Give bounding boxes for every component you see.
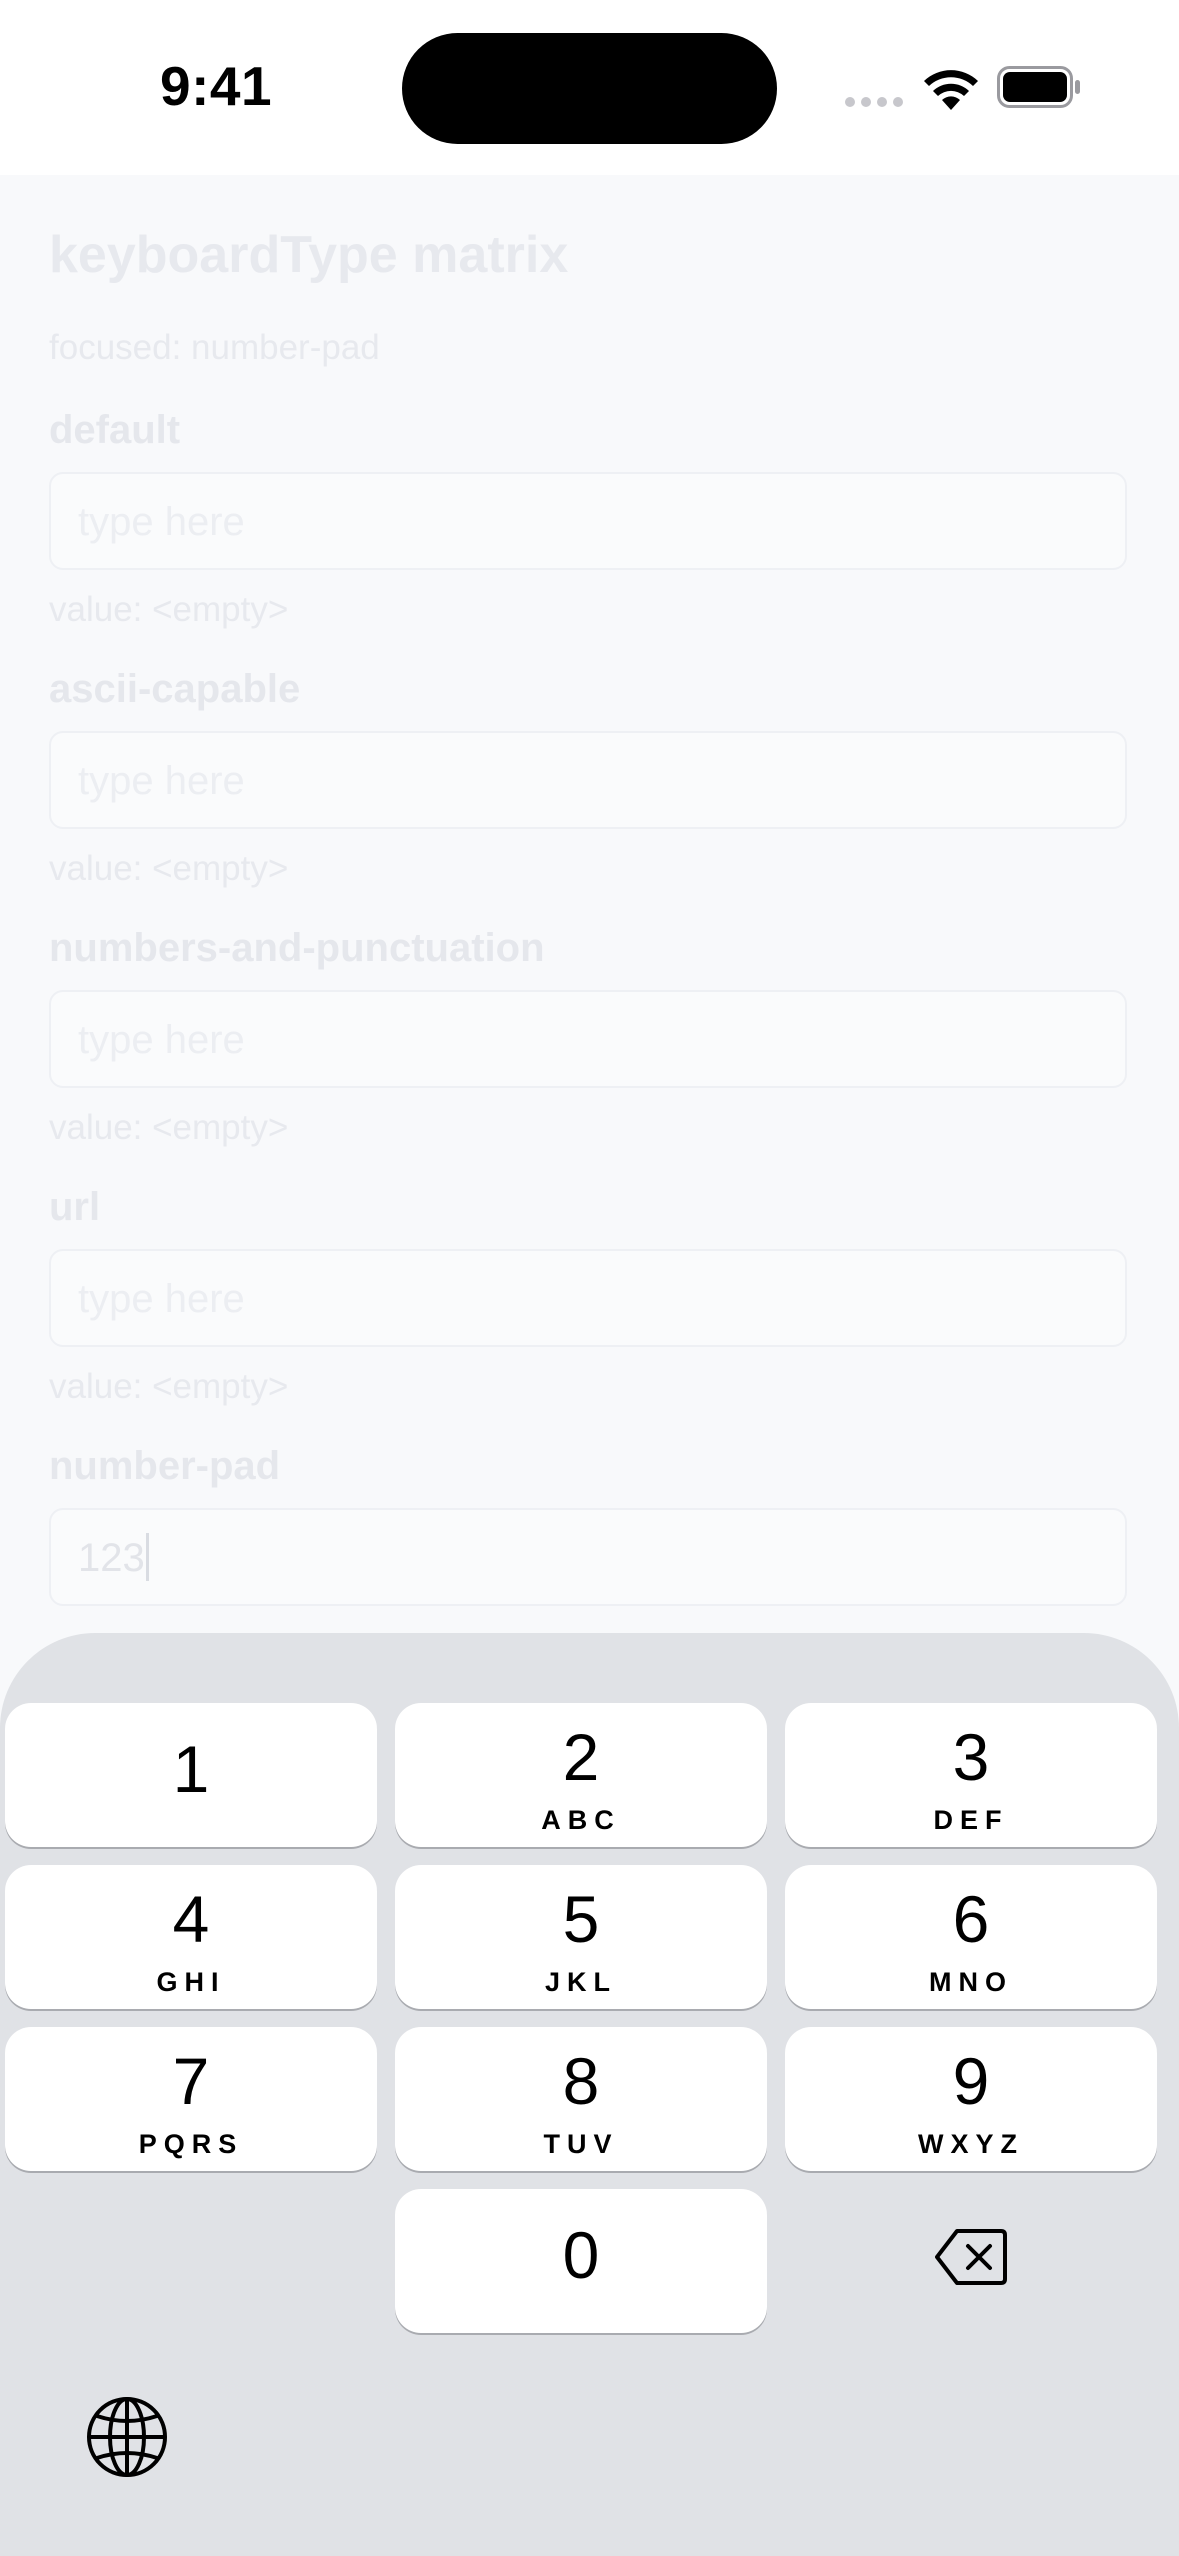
ascii-capable-value-status: value: <empty>	[49, 849, 289, 888]
wifi-icon	[924, 70, 978, 110]
ascii-capable-input-placeholder: type here	[78, 759, 245, 803]
numbers-and-punctuation-value-status: value: <empty>	[49, 1108, 289, 1147]
key-letters: JKL	[544, 1967, 617, 1997]
key-digit: 7	[172, 2044, 210, 2118]
key-digit: 6	[952, 1882, 990, 1956]
key-7[interactable]: 7 PQRS	[5, 2027, 377, 2171]
key-letters: MNO	[929, 1967, 1013, 1997]
numbers-and-punctuation-input-placeholder: type here	[78, 1018, 245, 1062]
key-8[interactable]: 8 TUV	[395, 2027, 767, 2171]
key-5[interactable]: 5 JKL	[395, 1865, 767, 2009]
number-pad-keyboard: 1 2 ABC 3 DEF 4 GHI 5 JKL 6 MNO 7 PQRS 8…	[0, 1633, 1179, 2556]
focused-status: focused: number-pad	[49, 328, 380, 367]
key-digit: 2	[562, 1720, 600, 1794]
globe-icon[interactable]	[86, 2396, 168, 2478]
status-bar: 9:41	[0, 0, 1179, 175]
ascii-capable-input[interactable]: type here	[49, 731, 1127, 829]
number-pad-input[interactable]: 123	[49, 1508, 1127, 1606]
key-digit: 0	[562, 2218, 600, 2292]
field-label-ascii-capable: ascii-capable	[49, 667, 301, 711]
key-0[interactable]: 0	[395, 2189, 767, 2333]
key-1[interactable]: 1	[5, 1703, 377, 1847]
default-input-placeholder: type here	[78, 500, 245, 544]
key-letters: GHI	[156, 1967, 226, 1997]
key-digit: 3	[952, 1720, 990, 1794]
key-digit: 9	[952, 2044, 990, 2118]
number-pad-input-value: 123	[78, 1533, 149, 1584]
key-6[interactable]: 6 MNO	[785, 1865, 1157, 2009]
url-input[interactable]: type here	[49, 1249, 1127, 1347]
default-value-status: value: <empty>	[49, 590, 289, 629]
dynamic-island	[402, 33, 777, 144]
key-3[interactable]: 3 DEF	[785, 1703, 1157, 1847]
field-label-default: default	[49, 408, 181, 452]
field-label-number-pad: number-pad	[49, 1444, 281, 1488]
field-label-url: url	[49, 1185, 101, 1229]
key-digit: 5	[562, 1882, 600, 1956]
number-pad-input-text: 123	[78, 1536, 145, 1580]
key-4[interactable]: 4 GHI	[5, 1865, 377, 2009]
key-2[interactable]: 2 ABC	[395, 1703, 767, 1847]
key-letters: ABC	[541, 1805, 621, 1835]
key-letters: WXYZ	[918, 2129, 1024, 2159]
key-digit: 4	[172, 1882, 210, 1956]
status-time: 9:41	[160, 55, 273, 117]
key-letters: PQRS	[138, 2129, 244, 2159]
key-letters: TUV	[543, 2129, 619, 2159]
key-letters: DEF	[933, 1805, 1009, 1835]
url-input-placeholder: type here	[78, 1277, 245, 1321]
default-input[interactable]: type here	[49, 472, 1127, 570]
url-value-status: value: <empty>	[49, 1367, 289, 1406]
key-digit: 1	[172, 1732, 210, 1806]
battery-icon	[997, 66, 1080, 108]
delete-backward-icon[interactable]	[933, 2227, 1009, 2287]
field-label-numbers-and-punctuation: numbers-and-punctuation	[49, 926, 545, 970]
key-9[interactable]: 9 WXYZ	[785, 2027, 1157, 2171]
text-cursor	[145, 1533, 149, 1582]
cellular-signal-icon	[845, 94, 905, 110]
page-title: keyboardType matrix	[49, 226, 569, 284]
numbers-and-punctuation-input[interactable]: type here	[49, 990, 1127, 1088]
key-digit: 8	[562, 2044, 600, 2118]
